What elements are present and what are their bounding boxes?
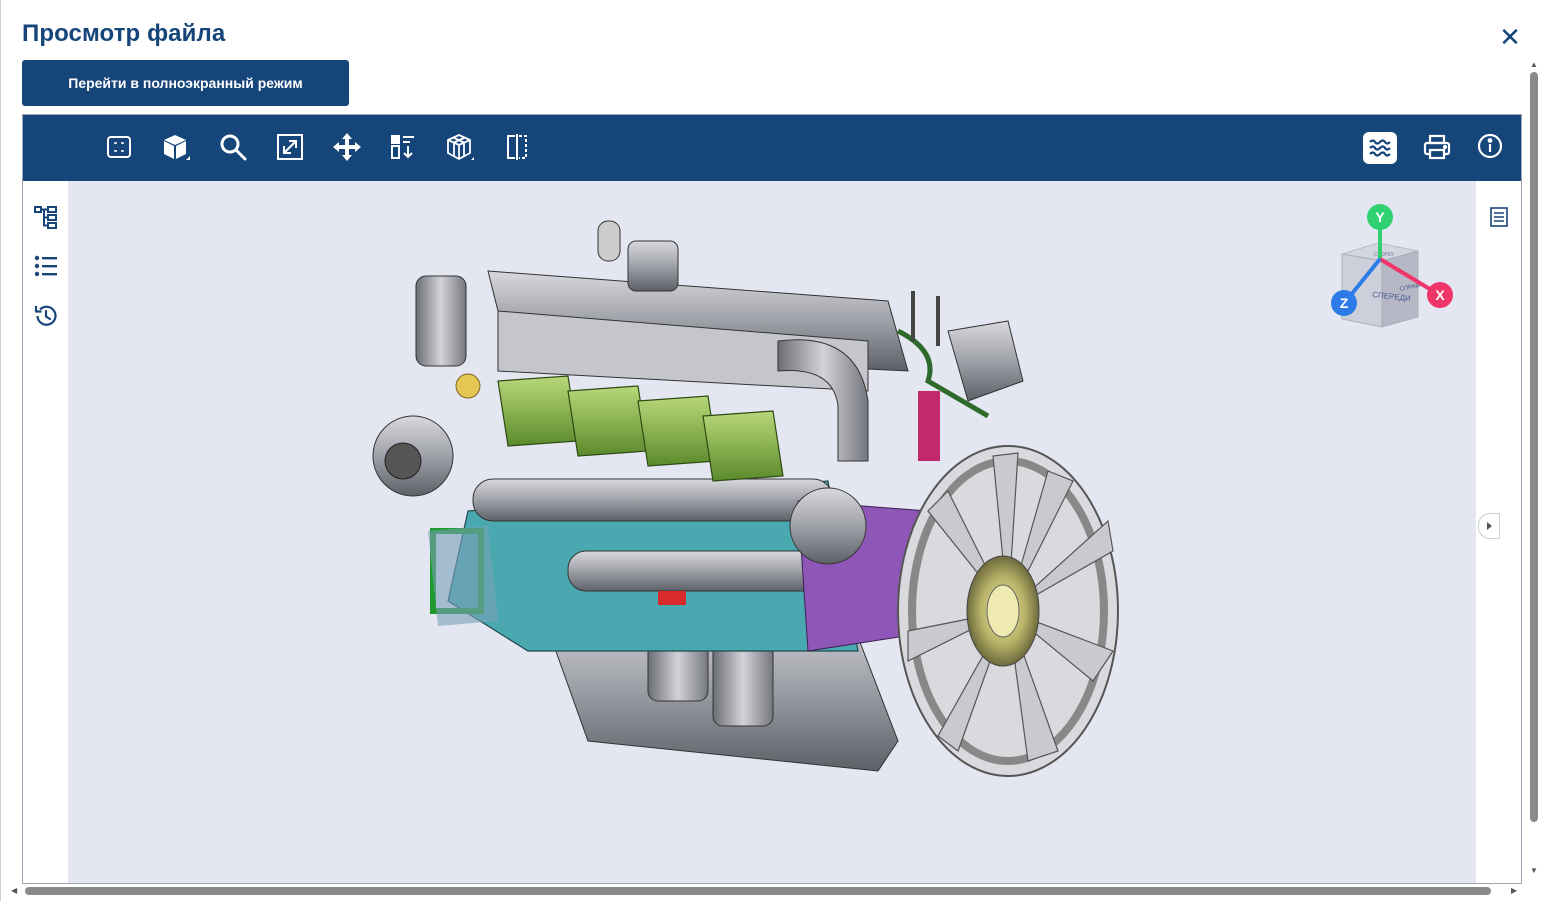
zoom-icon[interactable] (215, 129, 251, 165)
scroll-left-icon[interactable]: ◀ (11, 886, 17, 895)
axis-z-label: Z (1340, 295, 1349, 311)
3d-viewer: СПЕРЕДИ СПРАВА СВЕРХУ Y X Z (22, 114, 1522, 884)
viewer-toolbar (23, 115, 1521, 181)
fullscreen-button[interactable]: Перейти в полноэкранный режим (22, 60, 349, 106)
fit-view-icon[interactable] (101, 129, 137, 165)
layers-icon[interactable] (1363, 132, 1397, 164)
horizontal-scroll-thumb[interactable] (25, 887, 1491, 895)
zoom-extents-icon[interactable] (272, 129, 308, 165)
viewport-canvas[interactable]: СПЕРЕДИ СПРАВА СВЕРХУ Y X Z (68, 181, 1476, 884)
vertical-scroll-thumb[interactable] (1530, 72, 1538, 822)
vertical-scrollbar[interactable]: ▲ ▼ (1528, 60, 1542, 880)
cube-face-top: СВЕРХУ (1374, 252, 1395, 258)
print-icon[interactable] (1419, 129, 1455, 165)
scroll-right-icon[interactable]: ▶ (1511, 886, 1517, 895)
history-icon[interactable] (31, 301, 61, 331)
scroll-down-icon[interactable]: ▼ (1530, 866, 1538, 875)
pan-icon[interactable] (329, 129, 365, 165)
file-preview-dialog: Просмотр файла ✕ Перейти в полноэкранный… (0, 0, 1543, 901)
engine-3d-model[interactable] (68, 181, 1476, 884)
navigation-cube[interactable]: СПЕРЕДИ СПРАВА СВЕРХУ Y X Z (1318, 199, 1458, 329)
side-panel (23, 181, 68, 883)
render-mode-icon[interactable] (441, 129, 477, 165)
horizontal-scrollbar[interactable]: ◀ ▶ (11, 884, 1524, 898)
explode-icon[interactable] (385, 129, 421, 165)
info-icon[interactable] (1472, 129, 1508, 165)
properties-icon[interactable] (1489, 206, 1509, 228)
dialog-title: Просмотр файла (22, 20, 226, 47)
section-icon[interactable] (499, 129, 535, 165)
axis-x-label: X (1435, 287, 1445, 303)
structure-tree-icon[interactable] (31, 202, 61, 232)
list-icon[interactable] (31, 251, 61, 281)
axis-y-label: Y (1375, 209, 1385, 225)
close-icon[interactable]: ✕ (1497, 24, 1523, 50)
chevron-right-icon (1487, 522, 1492, 530)
view-cube-menu-icon[interactable] (157, 129, 193, 165)
scroll-up-icon[interactable]: ▲ (1530, 60, 1538, 69)
panel-collapse-tab[interactable] (1478, 513, 1500, 539)
